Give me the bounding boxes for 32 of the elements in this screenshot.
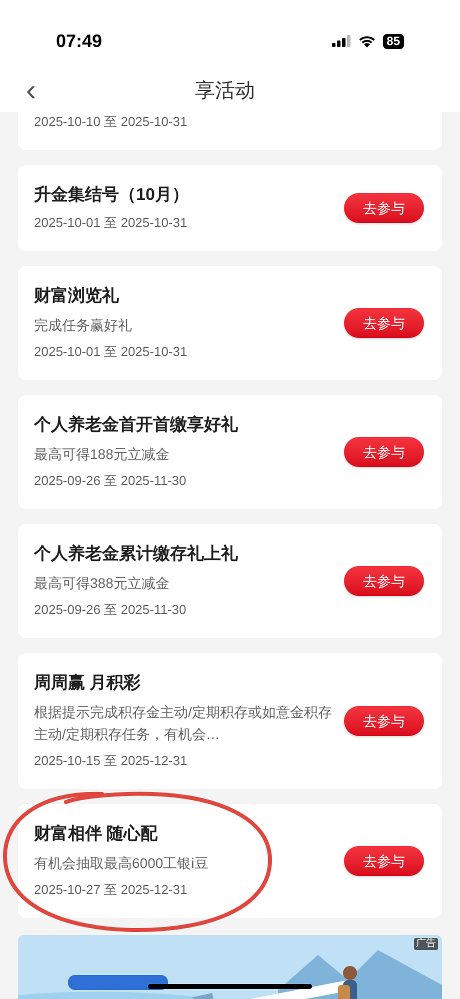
ad-banner[interactable]: 广告 xyxy=(18,935,442,999)
join-button[interactable]: 去参与 xyxy=(344,193,424,223)
signal-icon xyxy=(332,35,351,47)
join-button[interactable]: 去参与 xyxy=(344,706,424,736)
join-button[interactable]: 去参与 xyxy=(344,566,424,596)
activity-dates: 2025-10-15 至 2025-12-31 xyxy=(34,752,188,770)
join-button[interactable]: 去参与 xyxy=(344,308,424,338)
activity-description: 完成任务赢好礼 xyxy=(34,316,133,335)
activity-description: 最高可得188元立减金 xyxy=(34,445,170,464)
wifi-icon xyxy=(358,34,376,48)
join-button[interactable]: 去参与 xyxy=(344,437,424,467)
activity-dates: 2025-10-27 至 2025-12-31 xyxy=(34,881,188,899)
activity-description: 根据提示完成积存金主动/定期积存或如意金积存主动/定期积存任务，有机会… xyxy=(34,703,333,744)
activity-description: 最高可得388元立减金 xyxy=(34,574,170,593)
activity-dates: 2025-10-01 至 2025-10-31 xyxy=(34,214,188,232)
activity-title: 个人养老金首开首缴享好礼 xyxy=(34,414,239,436)
page-title: 享活动 xyxy=(195,79,255,104)
activity-title: 个人养老金累计缴存礼上礼 xyxy=(34,543,239,565)
activity-title: 升金集结号（10月） xyxy=(34,184,190,206)
status-time: 07:49 xyxy=(56,30,102,52)
activity-title: 财富相伴 随心配 xyxy=(34,823,159,845)
ad-label: 广告 xyxy=(414,938,438,950)
activity-dates: 2025-10-10 至 2025-10-31 xyxy=(34,113,188,131)
activity-dates: 2025-09-26 至 2025-11-30 xyxy=(34,472,188,490)
battery-indicator: 85 xyxy=(382,34,404,48)
join-button[interactable]: 去参与 xyxy=(344,846,424,876)
activity-description: 有机会抽取最高6000工银i豆 xyxy=(34,854,210,873)
activity-dates: 2025-10-01 至 2025-10-31 xyxy=(34,343,188,361)
activity-dates: 2025-09-26 至 2025-11-30 xyxy=(34,601,188,619)
activity-title: 财富浏览礼 xyxy=(34,285,120,307)
activity-title: 周周赢 月积彩 xyxy=(34,672,142,694)
back-button[interactable]: ‹ xyxy=(26,76,36,106)
